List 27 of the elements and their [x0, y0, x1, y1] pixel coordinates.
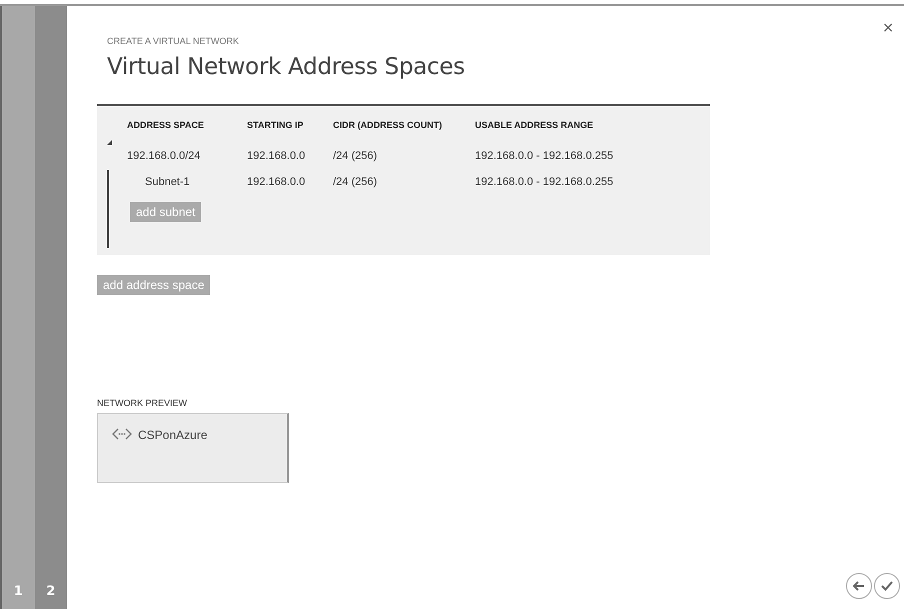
network-name: CSPonAzure [138, 428, 208, 442]
back-arrow-icon [853, 581, 865, 591]
wizard-title: CREATE A VIRTUAL NETWORK [107, 36, 240, 46]
close-button[interactable]: × [882, 20, 894, 36]
section-label: NETWORK PREVIEW [97, 398, 188, 408]
network-icon [112, 428, 132, 440]
step-tab[interactable]: 1 [2, 6, 34, 609]
checkmark-icon [881, 581, 893, 591]
expand-icon[interactable] [107, 140, 112, 145]
table-cell-text: 192.168.0.0 [247, 150, 306, 164]
add-subnet-button[interactable]: add subnet [130, 202, 202, 222]
table-cell-text: 192.168.0.0 - 192.168.0.255 [475, 176, 614, 190]
column-header: CIDR (ADDRESS COUNT) [333, 120, 443, 132]
column-header: USABLE ADDRESS RANGE [475, 120, 594, 132]
table-cell-text: /24 (256) [333, 176, 378, 190]
table-cell-text: Subnet-1 [144, 176, 191, 190]
table-cell-text: 192.168.0.0 [247, 176, 306, 190]
step-tab[interactable]: 2 [34, 6, 67, 609]
column-header: STARTING IP [247, 120, 304, 132]
table-cell-text: 192.168.0.0 - 192.168.0.255 [475, 150, 614, 164]
page-heading: Virtual Network Address Spaces [107, 54, 466, 80]
column-header: ADDRESS SPACE [127, 120, 205, 132]
table-cell-text: 192.168.0.0/24 [127, 150, 202, 164]
add-address-space-button[interactable]: add address space [97, 275, 210, 295]
finish-button[interactable] [874, 573, 900, 599]
table-cell-text: /24 (256) [333, 150, 378, 164]
back-button[interactable] [846, 573, 872, 599]
